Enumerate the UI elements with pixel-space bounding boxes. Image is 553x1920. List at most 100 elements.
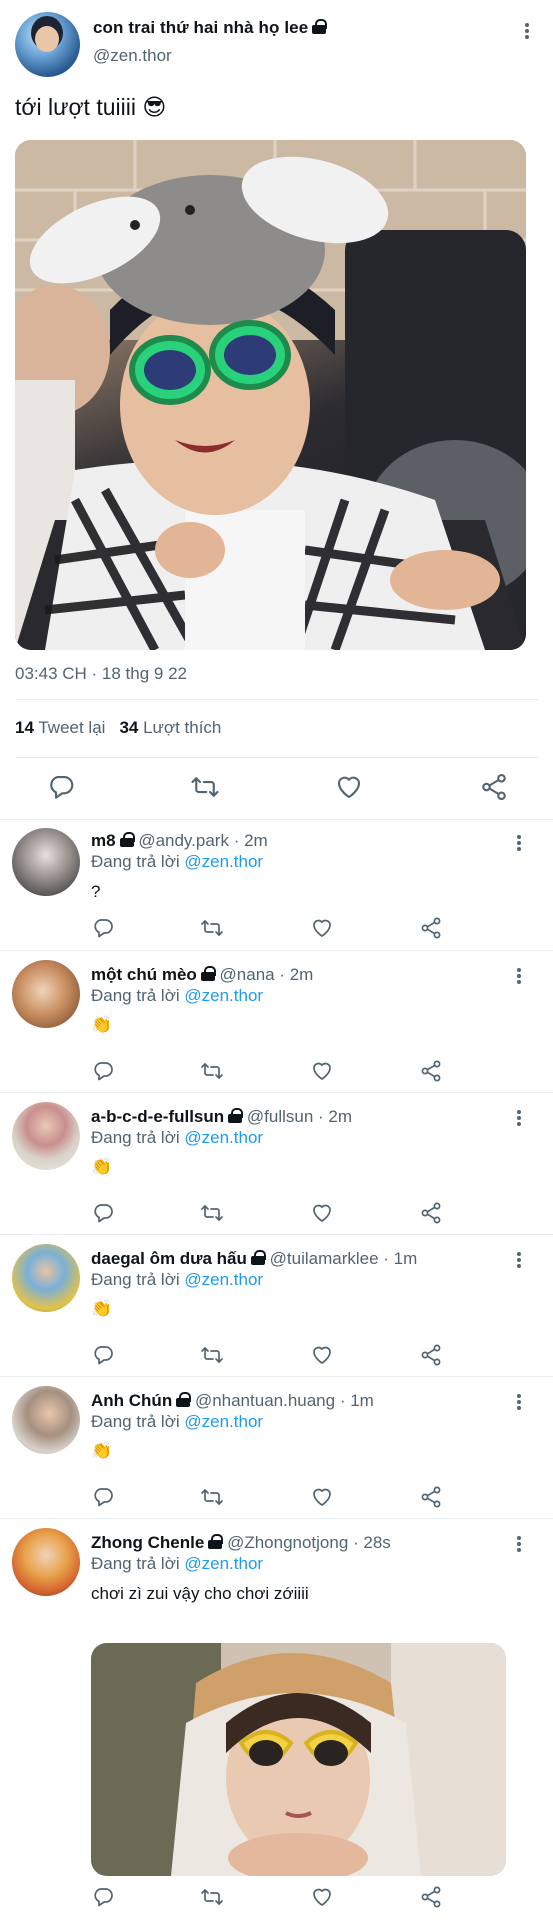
more-dots-icon[interactable] [509,1107,529,1129]
reply-tweet[interactable]: daegal ôm dưa hấu @tuilamarklee · 1m Đan… [0,1235,553,1377]
tweet-photo[interactable] [15,140,526,650]
more-dots-icon[interactable] [517,20,537,42]
reply-icon[interactable] [91,916,115,940]
retweet-icon[interactable] [200,1059,224,1083]
retweet-icon[interactable] [200,1885,224,1909]
heart-icon[interactable] [310,1201,334,1225]
retweet-icon[interactable] [190,772,220,802]
retweet-icon[interactable] [200,916,224,940]
reply-action-bar [91,1485,451,1509]
heart-icon[interactable] [310,916,334,940]
retweet-icon[interactable] [200,1201,224,1225]
share-icon[interactable] [419,1201,443,1225]
reply-text: 👏 [91,1299,113,1318]
reply-action-bar [91,1885,451,1909]
share-icon[interactable] [419,1059,443,1083]
heart-icon[interactable] [310,1343,334,1367]
replying-prefix: Đang trả lời [91,1554,180,1573]
reply-author[interactable]: một chú mèo @nana · 2m [91,965,313,985]
author-name-text: con trai thứ hai nhà họ lee [93,18,309,37]
avatar[interactable] [12,1102,80,1170]
heart-icon[interactable] [310,1885,334,1909]
reply-photo[interactable] [91,1643,506,1876]
reply-icon[interactable] [91,1485,115,1509]
reply-action-bar [91,1059,451,1083]
main-action-bar [0,772,553,802]
reply-icon[interactable] [46,772,76,802]
share-icon[interactable] [419,1343,443,1367]
likes-label: Lượt thích [143,718,222,737]
retweet-icon[interactable] [200,1485,224,1509]
reply-text: ? [91,882,101,901]
reply-author-name: daegal ôm dưa hấu [91,1249,247,1268]
replying-prefix: Đang trả lời [91,1270,180,1289]
replying-to-link[interactable]: @zen.thor [184,1128,263,1147]
reply-author-name: một chú mèo [91,965,197,984]
reply-icon[interactable] [91,1885,115,1909]
lock-icon [119,832,135,847]
reply-author[interactable]: a-b-c-d-e-fullsun @fullsun · 2m [91,1107,352,1127]
lock-icon [208,1534,224,1549]
author-name[interactable]: con trai thứ hai nhà họ lee [93,18,328,38]
retweets-label: Tweet lại [38,718,106,737]
heart-icon[interactable] [310,1485,334,1509]
reply-tweet[interactable]: một chú mèo @nana · 2m Đang trả lời @zen… [0,951,553,1093]
reply-author[interactable]: Zhong Chenle @Zhongnotjong · 28s [91,1533,391,1553]
share-icon[interactable] [479,772,509,802]
more-dots-icon[interactable] [509,1249,529,1271]
more-dots-icon[interactable] [509,965,529,987]
heart-icon[interactable] [334,772,364,802]
replying-to: Đang trả lời @zen.thor [91,1270,263,1290]
likes-count: 34 [119,718,139,737]
avatar[interactable] [12,960,80,1028]
avatar[interactable] [12,1386,80,1454]
reply-author[interactable]: Anh Chún @nhantuan.huang · 1m [91,1391,374,1411]
replying-prefix: Đang trả lời [91,1128,180,1147]
more-dots-icon[interactable] [509,1391,529,1413]
tweet-timestamp[interactable]: 03:43 CH · 18 thg 9 22 [15,664,187,684]
avatar[interactable] [15,12,80,77]
heart-icon[interactable] [310,1059,334,1083]
replying-to-link[interactable]: @zen.thor [184,852,263,871]
retweet-icon[interactable] [200,1343,224,1367]
reply-author-handle: @tuilamarklee · 1m [269,1249,418,1268]
replying-to: Đang trả lời @zen.thor [91,1128,263,1148]
reply-author-handle: @Zhongnotjong · 28s [227,1533,391,1552]
lock-icon [200,966,216,981]
replying-to-link[interactable]: @zen.thor [184,1270,263,1289]
likes-stat[interactable]: 34 Lượt thích [119,718,221,737]
replying-to-link[interactable]: @zen.thor [184,1412,263,1431]
reply-author-handle: @nhantuan.huang · 1m [194,1391,374,1410]
replying-to-link[interactable]: @zen.thor [184,1554,263,1573]
avatar[interactable] [12,1528,80,1596]
reply-tweet[interactable]: Anh Chún @nhantuan.huang · 1m Đang trả l… [0,1377,553,1519]
photo-illustration [91,1643,506,1876]
avatar[interactable] [12,828,80,896]
reply-author-handle: @nana · 2m [219,965,314,984]
reply-tweet[interactable]: m8 @andy.park · 2m Đang trả lời @zen.tho… [0,820,553,951]
reply-author[interactable]: daegal ôm dưa hấu @tuilamarklee · 1m [91,1249,417,1269]
reply-tweet[interactable]: a-b-c-d-e-fullsun @fullsun · 2m Đang trả… [0,1093,553,1235]
share-icon[interactable] [419,916,443,940]
divider [15,757,538,758]
avatar[interactable] [12,1244,80,1312]
reply-icon[interactable] [91,1343,115,1367]
lock-icon [250,1250,266,1265]
more-dots-icon[interactable] [509,832,529,854]
share-icon[interactable] [419,1885,443,1909]
share-icon[interactable] [419,1485,443,1509]
replying-to-link[interactable]: @zen.thor [184,986,263,1005]
reply-icon[interactable] [91,1201,115,1225]
reply-author[interactable]: m8 @andy.park · 2m [91,831,268,851]
reply-text: chơi zì zui vậy cho chơi zớiiii [91,1584,309,1603]
more-dots-icon[interactable] [509,1533,529,1555]
reply-icon[interactable] [91,1059,115,1083]
reply-author-name: Anh Chún [91,1391,173,1410]
replying-prefix: Đang trả lời [91,852,180,871]
author-handle[interactable]: @zen.thor [93,46,172,66]
lock-icon [228,1108,244,1123]
reply-author-name: a-b-c-d-e-fullsun [91,1107,225,1126]
replying-prefix: Đang trả lời [91,986,180,1005]
reply-author-handle: @andy.park · 2m [138,831,268,850]
retweets-stat[interactable]: 14 Tweet lại [15,718,105,737]
